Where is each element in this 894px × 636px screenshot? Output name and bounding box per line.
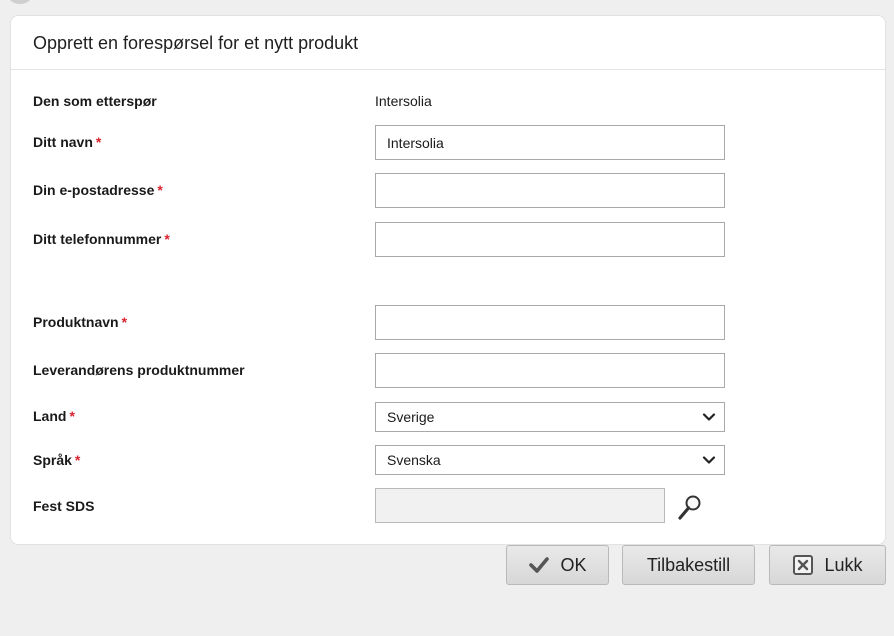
required-marker: * <box>95 134 102 150</box>
supplier-product-number-field[interactable] <box>375 353 725 388</box>
close-box-icon <box>793 555 814 575</box>
required-marker: * <box>157 182 163 198</box>
required-marker: * <box>74 452 81 468</box>
reset-button[interactable]: Tilbakestill <box>622 545 755 585</box>
country-select[interactable]: Sverige <box>375 402 725 432</box>
magnifier-icon[interactable] <box>677 494 703 522</box>
phone-label: Ditt telefonnummer * <box>33 231 170 247</box>
required-marker: * <box>164 231 170 247</box>
language-selected-value: Svenska <box>387 452 441 468</box>
dialog-header: Opprett en forespørsel for et nytt produ… <box>11 16 885 70</box>
country-label-text: Land <box>33 408 67 424</box>
supplier-product-number-label: Leverandørens produktnummer <box>33 362 245 378</box>
phone-label-text: Ditt telefonnummer <box>33 231 162 247</box>
close-button[interactable]: Lukk <box>769 545 886 585</box>
close-button-label: Lukk <box>824 554 863 575</box>
email-field[interactable] <box>375 173 725 208</box>
chevron-down-icon <box>702 413 716 421</box>
reset-button-label: Tilbakestill <box>646 554 731 575</box>
name-label: Ditt navn * <box>33 134 101 150</box>
product-name-field[interactable] <box>375 305 725 340</box>
dialog-title: Opprett en forespørsel for et nytt produ… <box>33 33 359 53</box>
partial-icon-top <box>8 0 32 4</box>
ok-button[interactable]: OK <box>506 545 609 585</box>
product-name-label-text: Produktnavn <box>33 314 119 330</box>
checkmark-icon <box>529 557 550 573</box>
country-selected-value: Sverige <box>387 409 435 425</box>
sds-label: Fest SDS <box>33 498 94 514</box>
required-marker: * <box>69 408 75 424</box>
email-label: Din e-postadresse * <box>33 182 163 198</box>
email-label-text: Din e-postadresse <box>33 182 155 198</box>
requester-value: Intersolia <box>375 93 432 109</box>
sds-field <box>375 488 665 523</box>
requester-label-text: Den som etterspør <box>33 93 157 109</box>
requester-label: Den som etterspør <box>33 93 157 109</box>
language-label-text: Språk <box>33 452 72 468</box>
supplier-product-number-label-text: Leverandørens produktnummer <box>33 362 245 378</box>
product-name-label: Produktnavn * <box>33 314 127 330</box>
phone-field[interactable] <box>375 222 725 257</box>
language-label: Språk * <box>33 452 80 468</box>
sds-label-text: Fest SDS <box>33 498 95 514</box>
country-label: Land * <box>33 408 75 424</box>
create-product-request-dialog: Opprett en forespørsel for et nytt produ… <box>10 15 886 545</box>
name-label-text: Ditt navn <box>33 134 93 150</box>
language-select[interactable]: Svenska <box>375 445 725 475</box>
chevron-down-icon <box>702 456 716 464</box>
ok-button-label: OK <box>560 554 587 575</box>
required-marker: * <box>121 314 128 330</box>
name-field[interactable] <box>375 125 725 160</box>
